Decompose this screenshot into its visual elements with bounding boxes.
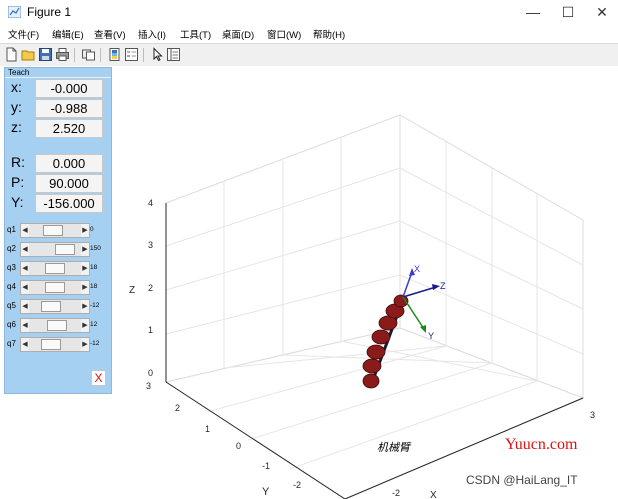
slider-right-arrow-icon[interactable]: ▶ (81, 243, 89, 256)
slider-left-arrow-icon[interactable]: ◀ (21, 281, 29, 294)
joint-slider-q5[interactable]: ◀ ▶ (20, 299, 90, 314)
svg-text:3: 3 (148, 240, 153, 250)
slider-right-arrow-icon[interactable]: ▶ (81, 224, 89, 237)
z-axis-label: Z (129, 285, 135, 296)
robot-link (366, 344, 386, 360)
joint-slider-q7[interactable]: ◀ ▶ (20, 337, 90, 352)
robot-link (362, 373, 380, 389)
z-label: z: (11, 119, 22, 135)
slider-left-arrow-icon[interactable]: ◀ (21, 300, 29, 313)
slider-right-arrow-icon[interactable]: ▶ (81, 319, 89, 332)
joint-label-q1: q1 (7, 225, 16, 234)
slider-thumb[interactable] (43, 225, 63, 236)
svg-text:-1: -1 (262, 461, 270, 471)
slider-thumb[interactable] (41, 339, 61, 350)
z-value-field: 2.520 (35, 119, 103, 138)
y-axis-label: Y (262, 486, 270, 498)
joint-slider-q2[interactable]: ◀ ▶ (20, 242, 90, 257)
slider-thumb[interactable] (55, 244, 75, 255)
teach-panel: Teach x: -0.000 y: -0.988 z: 2.520 R: 0.… (4, 67, 112, 394)
slider-right-arrow-icon[interactable]: ▶ (81, 262, 89, 275)
slider-left-arrow-icon[interactable]: ◀ (21, 319, 29, 332)
robot-link (362, 358, 382, 374)
joint-slider-q1[interactable]: ◀ ▶ (20, 223, 90, 238)
joint-label-q2: q2 (7, 244, 16, 253)
joint-value-q1: 0 (90, 226, 94, 233)
slider-left-arrow-icon[interactable]: ◀ (21, 243, 29, 256)
joint-slider-q4[interactable]: ◀ ▶ (20, 280, 90, 295)
panel-divider (5, 77, 111, 78)
joint-slider-q3[interactable]: ◀ ▶ (20, 261, 90, 276)
z-axis-ticks: 4 3 2 1 0 (148, 198, 153, 378)
pitch-value-field: 90.000 (35, 174, 103, 193)
joint-label-q5: q5 (7, 301, 16, 310)
yaw-label: Y: (11, 194, 24, 210)
svg-text:4: 4 (148, 198, 153, 208)
yaw-value-field: -156.000 (35, 194, 103, 213)
teach-panel-title: Teach (8, 68, 30, 77)
svg-text:1: 1 (148, 325, 153, 335)
y-value-field: -0.988 (35, 99, 103, 118)
slider-thumb[interactable] (41, 301, 61, 312)
joint-label-q6: q6 (7, 320, 16, 329)
joint-label-q7: q7 (7, 339, 16, 348)
x-value-field: -0.000 (35, 79, 103, 98)
svg-text:3: 3 (146, 381, 151, 391)
slider-left-arrow-icon[interactable]: ◀ (21, 224, 29, 237)
frame-y-label: Y (428, 331, 434, 341)
joint-value-q5: -12 (90, 302, 100, 309)
slider-left-arrow-icon[interactable]: ◀ (21, 262, 29, 275)
x-axis-label: X (430, 490, 437, 499)
frame-z-label: Z (440, 281, 446, 291)
slider-right-arrow-icon[interactable]: ▶ (81, 281, 89, 294)
svg-text:2: 2 (148, 283, 153, 293)
joint-label-q4: q4 (7, 282, 16, 291)
joint-value-q7: -12 (90, 340, 100, 347)
slider-left-arrow-icon[interactable]: ◀ (21, 338, 29, 351)
roll-label: R: (11, 154, 25, 170)
joint-value-q2: 150 (90, 245, 101, 252)
author-watermark: CSDN @HaiLang_IT (466, 473, 578, 487)
svg-text:-2: -2 (392, 488, 400, 498)
svg-text:0: 0 (148, 368, 153, 378)
slider-thumb[interactable] (47, 320, 67, 331)
joint-value-q6: 12 (90, 321, 98, 328)
svg-text:3: 3 (590, 410, 595, 420)
svg-text:-2: -2 (293, 480, 301, 490)
pitch-label: P: (11, 174, 25, 190)
svg-text:1: 1 (205, 424, 210, 434)
svg-text:0: 0 (236, 441, 241, 451)
teach-close-button[interactable]: X (91, 370, 106, 386)
svg-text:2: 2 (175, 403, 180, 413)
slider-right-arrow-icon[interactable]: ▶ (81, 338, 89, 351)
joint-label-q3: q3 (7, 263, 16, 272)
joint-value-q3: 18 (90, 264, 98, 271)
slider-thumb[interactable] (45, 263, 65, 274)
slider-right-arrow-icon[interactable]: ▶ (81, 300, 89, 313)
robot-link (371, 329, 391, 345)
roll-value-field: 0.000 (35, 154, 103, 173)
frame-x-label: X (414, 264, 420, 274)
slider-thumb[interactable] (45, 282, 65, 293)
y-label: y: (11, 99, 22, 115)
x-label: x: (11, 79, 22, 95)
joint-value-q4: 18 (90, 283, 98, 290)
site-watermark: Yuucn.com (505, 436, 578, 453)
robot-name-label: 机械臂 (377, 441, 412, 454)
joint-slider-q6[interactable]: ◀ ▶ (20, 318, 90, 333)
